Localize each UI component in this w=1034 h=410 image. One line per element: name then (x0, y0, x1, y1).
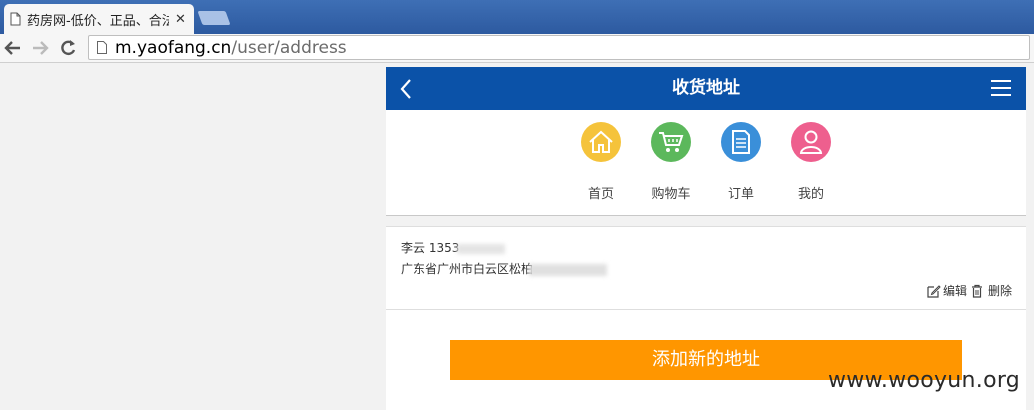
page-icon (97, 41, 107, 54)
cart-icon (651, 122, 691, 162)
trash-icon (971, 284, 982, 298)
nav-me-label: 我的 (797, 187, 824, 202)
nav-orders[interactable]: 订单 (711, 122, 771, 202)
browser-tab[interactable]: 药房网-低价、正品、合法 ✕ (4, 4, 194, 34)
order-icon (721, 122, 761, 162)
delete-label: 删除 (987, 284, 1012, 298)
redacted-phone (457, 243, 506, 254)
nav-home[interactable]: 首页 (571, 122, 631, 202)
nav-cart-label: 购物车 (651, 187, 691, 202)
close-icon[interactable]: ✕ (175, 12, 186, 27)
quick-nav: 首页 购物车 订单 我的 (386, 110, 1026, 216)
edit-label: 编辑 (942, 284, 967, 298)
watermark: www.wooyun.org (828, 368, 1021, 393)
address-actions: 编辑 删除 (927, 282, 1012, 299)
user-icon (791, 122, 831, 162)
address-bar[interactable]: m.yaofang.cn /user/address (88, 35, 1030, 60)
new-tab-button[interactable] (197, 11, 231, 25)
nav-me[interactable]: 我的 (781, 122, 841, 202)
reload-icon[interactable] (58, 37, 78, 59)
address-name-phone: 李云 1353 (401, 241, 460, 255)
forward-arrow-icon[interactable] (30, 37, 50, 59)
section-gap (386, 216, 1026, 226)
browser-tabstrip: 药房网-低价、正品、合法 ✕ (0, 0, 1034, 34)
redacted-address (529, 263, 608, 276)
mobile-page: 收货地址 首页 购物车 订单 我的 李云 1353 广东省广州市白云区松柏 编辑… (386, 67, 1026, 410)
page-header: 收货地址 (386, 67, 1026, 110)
page-title: 收货地址 (672, 78, 740, 98)
delete-address-button[interactable]: 删除 (971, 282, 1012, 299)
address-card[interactable]: 李云 1353 广东省广州市白云区松柏 编辑 删除 (386, 227, 1026, 309)
browser-toolbar: m.yaofang.cn /user/address (0, 34, 1034, 63)
address-detail: 广东省广州市白云区松柏 (401, 260, 608, 277)
edit-address-button[interactable]: 编辑 (927, 282, 967, 299)
divider (386, 309, 1026, 310)
home-icon (581, 122, 621, 162)
back-arrow-icon[interactable] (3, 37, 23, 59)
url-path: /user/address (231, 37, 347, 58)
nav-orders-label: 订单 (727, 187, 754, 202)
tab-title: 药房网-低价、正品、合法 (27, 13, 169, 29)
url-host: m.yaofang.cn (115, 37, 232, 58)
edit-icon (927, 284, 941, 298)
address-contact: 李云 1353 (401, 239, 506, 256)
menu-icon[interactable] (990, 79, 1012, 97)
nav-home-label: 首页 (587, 187, 614, 202)
address-text: 广东省广州市白云区松柏 (401, 262, 534, 276)
nav-cart[interactable]: 购物车 (641, 122, 701, 202)
page-icon (10, 12, 21, 26)
